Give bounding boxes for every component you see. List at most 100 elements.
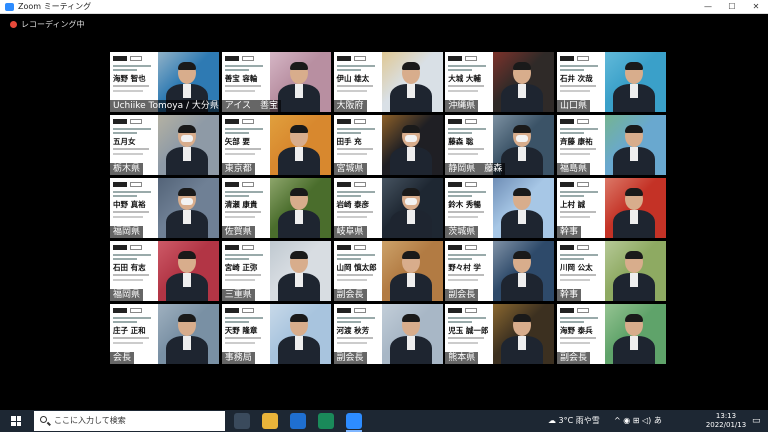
weather-widget[interactable]: ☁ 3°C 雨や雪 xyxy=(548,410,600,432)
participant-video xyxy=(160,186,216,238)
taskbar-clock[interactable]: 13:13 2022/01/13 xyxy=(703,412,749,430)
card-line xyxy=(113,195,137,197)
participant-tile[interactable]: 伊山 雄太 大阪府 xyxy=(333,52,443,112)
participant-shirt xyxy=(294,336,303,350)
card-tag-outline xyxy=(130,119,142,124)
maximize-button[interactable]: ☐ xyxy=(722,0,742,14)
participant-label: 福岡県 xyxy=(110,289,144,301)
participant-hair xyxy=(401,125,420,133)
system-tray-icons[interactable]: ^ ◉ ⊞ ◁) あ xyxy=(614,410,662,432)
participant-tile[interactable]: 山岡 慎太郎 副会長 xyxy=(333,241,443,301)
card-tag-outline xyxy=(241,119,254,124)
participant-shirt xyxy=(183,210,191,224)
participant-tile[interactable]: 斉藤 康祐 福島県 xyxy=(557,115,666,175)
participant-tile[interactable]: 天野 隆章 事務局 xyxy=(221,304,331,364)
participant-tile[interactable]: 清瀬 康貴 佐賀県 xyxy=(221,178,331,238)
zoom-app-icon xyxy=(5,3,14,11)
card-tag-outline xyxy=(130,182,142,187)
participant-video xyxy=(607,249,663,301)
participant-tile[interactable]: 庄子 正和 会長 xyxy=(110,304,219,364)
zoom-taskbar-icon[interactable] xyxy=(346,413,362,429)
participant-tile[interactable]: 海野 泰兵 副会長 xyxy=(557,304,666,364)
participant-name: 上村 誠 xyxy=(560,200,586,209)
participant-tile[interactable]: 田手 充宮城県 xyxy=(333,115,443,175)
participant-name: 川岡 公太 xyxy=(560,263,593,272)
notification-icon[interactable]: ▭ xyxy=(752,410,761,432)
outlook-icon[interactable] xyxy=(290,413,306,429)
file-explorer-icon[interactable] xyxy=(262,413,278,429)
card-line xyxy=(224,65,263,67)
card-tag xyxy=(560,308,574,313)
participant-tile[interactable]: 中野 真裕 福岡県 xyxy=(110,178,219,238)
card-line xyxy=(560,258,584,260)
card-line xyxy=(336,254,375,256)
participant-tile[interactable]: 児玉 誠一郎 熊本県 xyxy=(445,304,555,364)
participant-name: 清瀬 康貴 xyxy=(224,200,258,209)
card-line xyxy=(336,69,361,71)
card-line xyxy=(560,337,596,339)
participant-tile[interactable]: 上村 誠幹事 xyxy=(557,178,666,238)
participant-shirt xyxy=(518,336,527,350)
participant-tile[interactable]: 石田 有志 福岡県 xyxy=(110,241,219,301)
app-icon[interactable] xyxy=(318,413,334,429)
participant-head xyxy=(625,62,643,84)
card-tag xyxy=(560,56,574,61)
participant-tile[interactable]: 川岡 公太 幹事 xyxy=(557,241,666,301)
participant-tile[interactable]: 鈴木 秀暢 茨城県 xyxy=(445,178,555,238)
card-line xyxy=(560,321,584,323)
card-line xyxy=(560,274,596,276)
card-line xyxy=(224,85,261,87)
windows-start-icon[interactable] xyxy=(11,416,21,426)
participant-video xyxy=(384,312,440,364)
card-line xyxy=(113,211,149,213)
participant-name: 田手 充 xyxy=(336,137,362,146)
card-tag xyxy=(113,182,127,187)
participant-hair xyxy=(513,251,532,259)
participant-tile[interactable]: 野々村 学副会長 xyxy=(445,241,555,301)
card-tag-outline xyxy=(577,245,589,250)
participant-head xyxy=(513,251,532,273)
card-tag-outline xyxy=(465,56,478,61)
participant-tile[interactable]: 大城 大輔 沖縄県 xyxy=(445,52,555,112)
card-line xyxy=(560,191,598,193)
participant-label: 福島県 xyxy=(557,163,591,175)
participant-name: 善宝 容輪 xyxy=(224,74,258,83)
participant-tile[interactable]: 矢部 要東京都 xyxy=(221,115,331,175)
card-line xyxy=(336,274,373,276)
card-tag xyxy=(336,182,351,187)
participant-hair xyxy=(178,314,196,322)
task-view-icon[interactable] xyxy=(234,413,250,429)
card-tag xyxy=(336,245,351,250)
participant-hair xyxy=(178,62,196,70)
participant-label: 沖縄県 xyxy=(445,100,479,112)
participant-tile[interactable]: 宮崎 正弥 三重県 xyxy=(221,241,331,301)
card-line xyxy=(113,90,143,92)
participant-tile[interactable]: 善宝 容輪 アイス 善宝 xyxy=(221,52,331,112)
minimize-button[interactable]: — xyxy=(698,0,718,14)
card-tag-outline xyxy=(130,56,142,61)
participant-tile[interactable]: 石井 次哉 山口県 xyxy=(557,52,666,112)
card-line xyxy=(224,254,263,256)
taskbar-search-box[interactable]: ここに入力して検索 xyxy=(34,411,225,431)
participant-tile[interactable]: 河渡 秋芳 副会長 xyxy=(333,304,443,364)
participant-video xyxy=(272,312,328,364)
participant-tile[interactable]: 海野 智也 Uchiike Tomoya / 大分県 xyxy=(110,52,219,112)
participant-head xyxy=(401,251,420,273)
participant-name: 岩崎 泰彦 xyxy=(336,200,370,209)
participant-body xyxy=(389,84,432,112)
card-line xyxy=(560,279,590,281)
participant-tile[interactable]: 五月女 栃木県 xyxy=(110,115,219,175)
card-line xyxy=(224,342,255,344)
card-line xyxy=(113,317,151,319)
card-line xyxy=(560,211,596,213)
participant-shirt xyxy=(294,273,303,287)
card-line xyxy=(448,258,473,260)
card-tag-outline xyxy=(353,308,366,313)
participant-tile[interactable]: 藤森 聡静岡県 藤森 xyxy=(445,115,555,175)
close-button[interactable]: ✕ xyxy=(746,0,766,14)
participant-body xyxy=(613,336,655,364)
participant-hair xyxy=(401,251,420,259)
clock-date: 2022/01/13 xyxy=(705,421,747,429)
participant-tile[interactable]: 岩崎 泰彦 岐阜県 xyxy=(333,178,443,238)
card-tag xyxy=(224,56,239,61)
